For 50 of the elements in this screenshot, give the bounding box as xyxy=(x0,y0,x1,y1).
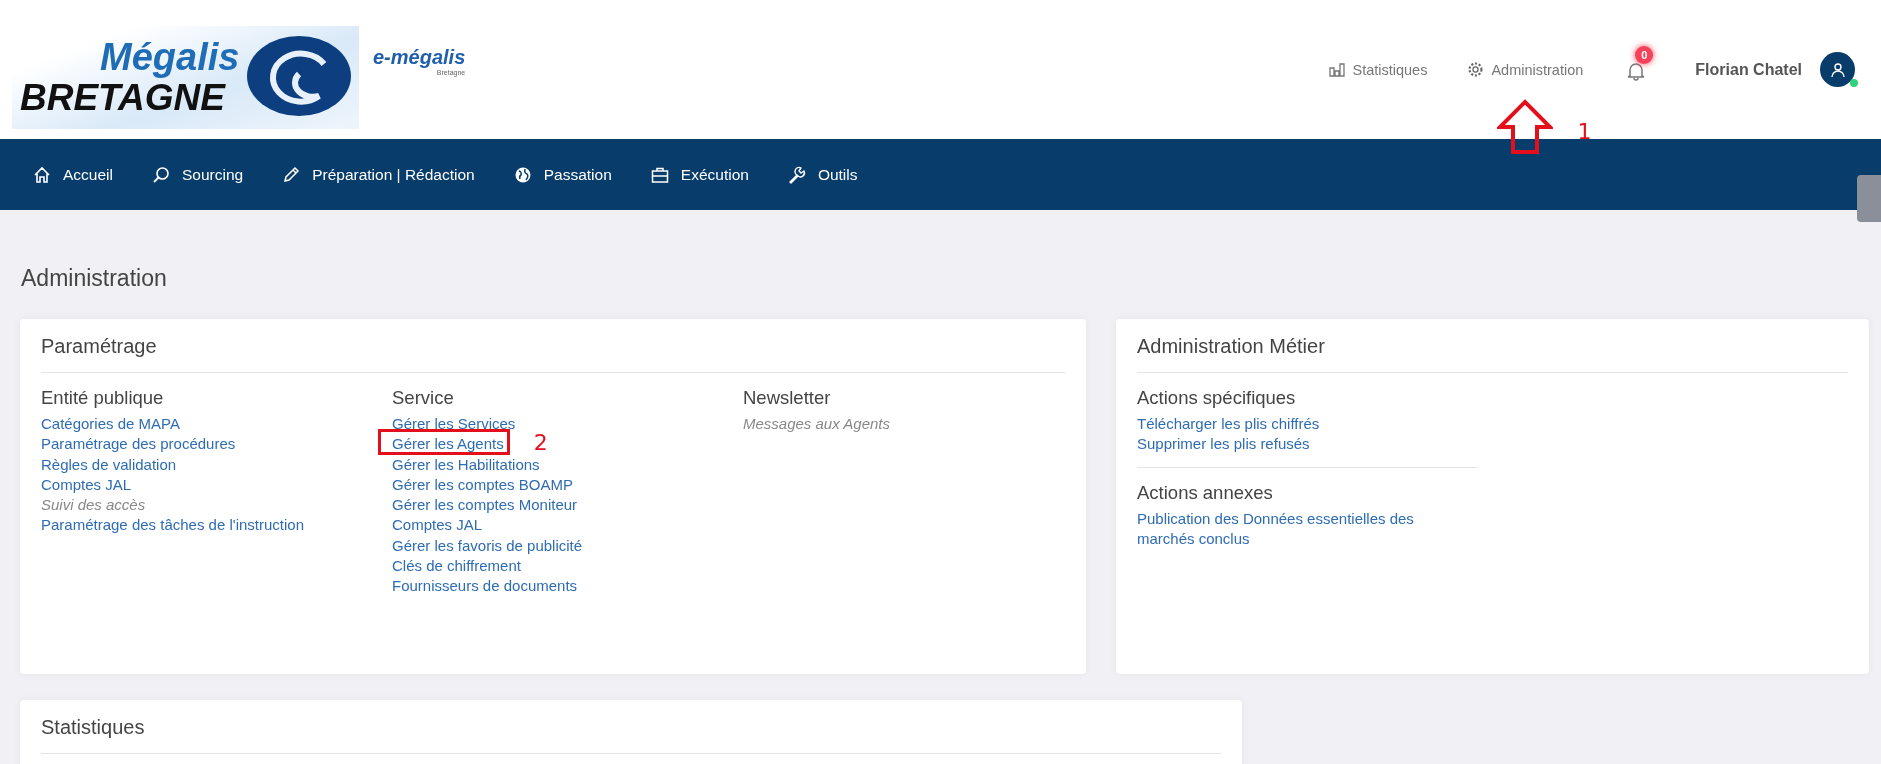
annotation-number: 1 xyxy=(1577,119,1592,145)
admin-link[interactable]: Comptes JAL xyxy=(392,515,483,536)
pencil-icon xyxy=(281,164,302,185)
nav-item[interactable]: Préparation | Rédaction xyxy=(281,164,475,185)
admin-link[interactable]: Gérer les Habilitations xyxy=(392,454,540,475)
user-icon xyxy=(1829,61,1846,78)
nav-item[interactable]: Passation xyxy=(512,164,612,185)
admin-link[interactable]: Paramétrage des procédures xyxy=(41,434,236,455)
card-title: Administration Métier xyxy=(1137,335,1848,373)
nav-item[interactable]: Exécution xyxy=(649,164,749,185)
admin-link[interactable]: Paramétrage des tâches de l'instruction xyxy=(41,515,304,536)
admin-link[interactable]: Gérer les comptes Moniteur xyxy=(392,495,578,516)
admin-link[interactable]: Fournisseurs de documents xyxy=(392,576,578,597)
section-heading: Service xyxy=(392,387,455,409)
admin-link[interactable]: Supprimer les plis refusés xyxy=(1137,434,1437,455)
admin-link[interactable]: Catégories de MAPA xyxy=(41,414,180,435)
admin-link[interactable]: Gérer les favoris de publicité xyxy=(392,535,583,557)
admin-link[interactable]: Comptes JAL xyxy=(41,474,132,496)
section-heading: Actions spécifiques xyxy=(1137,387,1297,409)
section-heading: Newsletter xyxy=(743,387,832,409)
section-heading: Entité publique xyxy=(41,387,165,409)
bell-icon xyxy=(1627,60,1646,81)
admin-link[interactable]: Clés de chiffrement xyxy=(392,556,521,577)
administration-link[interactable]: Administration xyxy=(1467,61,1584,78)
bar-chart-icon xyxy=(1329,62,1346,77)
settings-icon xyxy=(1467,61,1485,78)
nav-item[interactable]: Accueil xyxy=(32,164,113,185)
annotation-arrow xyxy=(1497,99,1554,155)
statistics-link[interactable]: Statistiques xyxy=(1329,61,1428,78)
card-title: Paramétrage xyxy=(41,335,1065,373)
annotation-number: 2 xyxy=(533,430,548,457)
badge-logo-title: e-mégalis xyxy=(373,45,466,69)
admin-link[interactable]: Télécharger les plis chiffrés xyxy=(1137,414,1437,435)
logo-title: Mégalis xyxy=(100,36,240,77)
admin-link[interactable]: Règles de validation xyxy=(41,454,177,475)
section-heading: Actions annexes xyxy=(1137,481,1274,504)
admin-link[interactable]: Gérer les comptes BOAMP xyxy=(392,474,573,496)
admin-link[interactable]: Gérer les Services xyxy=(392,414,516,435)
page-title: Administration xyxy=(21,265,168,293)
card-title: Statistiques xyxy=(41,716,1221,754)
globe-logo-icon xyxy=(244,34,354,119)
nav-item[interactable]: Sourcing xyxy=(150,164,244,185)
nav-item[interactable]: Outils xyxy=(786,164,858,185)
admin-link[interactable]: Gérer les Agents xyxy=(392,434,504,455)
notification-bell[interactable]: 0 xyxy=(1623,43,1656,84)
home-icon xyxy=(32,164,52,185)
user-name: Florian Chatel xyxy=(1695,60,1802,79)
notification-count: 0 xyxy=(1635,45,1654,64)
user-avatar[interactable] xyxy=(1820,52,1855,87)
admin-link[interactable]: Publication des Données essentielles des marchés conclus xyxy=(1137,508,1437,550)
